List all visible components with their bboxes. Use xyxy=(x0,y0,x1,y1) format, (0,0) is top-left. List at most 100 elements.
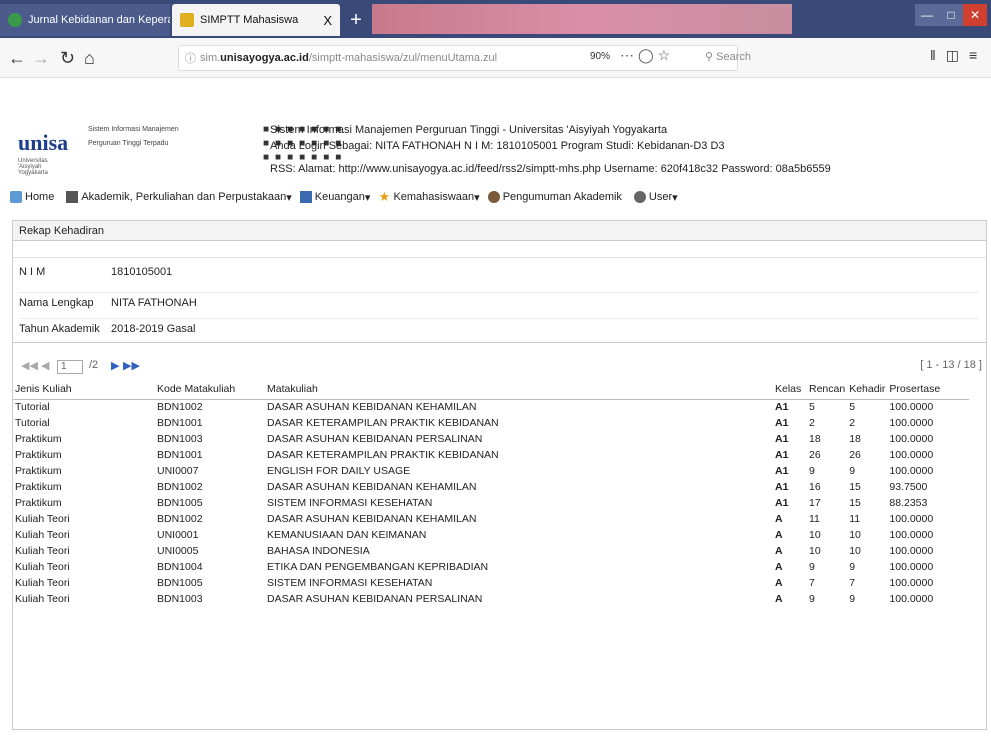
table-row[interactable]: Kuliah Teori BDN1004 ETIKA DAN PENGEMBANGA… xyxy=(13,559,969,575)
close-icon[interactable]: ✕ xyxy=(963,4,987,26)
rss-info: RSS: Alamat: http://www.unisayogya.ac.id… xyxy=(270,163,831,175)
table-header-row: Jenis Kuliah Kode Matakuliah Matakuliah … xyxy=(13,379,970,400)
search-input[interactable]: ⚲ Search xyxy=(705,50,751,63)
page-range: [ 1 - 13 / 18 ] xyxy=(920,359,982,371)
people-icon xyxy=(487,191,500,203)
tab-simptt[interactable]: SIMPTT Mahasiswa X xyxy=(172,4,340,36)
bookmark-star-icon[interactable]: ☆ xyxy=(658,47,675,63)
panel-title: Rekap Kehadiran xyxy=(13,221,986,241)
system-name-box: Sistem Informasi Manajemen Perguruan Tin… xyxy=(88,124,341,163)
minimize-icon[interactable]: — xyxy=(915,4,939,26)
user-icon xyxy=(633,191,646,203)
cell-prosentase: 100.0000 xyxy=(889,401,934,414)
cell-rencana: 7 xyxy=(809,577,815,589)
col-rencana[interactable]: Rencan xyxy=(807,379,848,400)
site-logo[interactable]: unisa xyxy=(18,130,68,156)
maximize-icon[interactable]: □ xyxy=(939,4,963,26)
cell-matakuliah: BAHASA INDONESIA xyxy=(267,545,370,557)
field-value: 1810105001 xyxy=(111,266,173,278)
menu-keuangan[interactable]: Keuangan ▾ xyxy=(299,191,370,204)
table-row[interactable]: Kuliah Teori UNI0005 BAHASA INDONESIA A 10 10… xyxy=(13,543,969,559)
cell-kode: UNI0005 xyxy=(157,545,199,557)
cell-prosentase: 100.0000 xyxy=(889,465,934,477)
col-kode[interactable]: Kode Matakuliah xyxy=(155,379,265,400)
col-jenis-kuliah[interactable]: Jenis Kuliah xyxy=(13,379,155,400)
tab-close-icon[interactable]: X xyxy=(323,13,332,28)
pocket-icon[interactable]: ◯ xyxy=(638,47,658,63)
forward-icon[interactable]: → xyxy=(32,48,50,68)
cell-prosentase: 88.2353 xyxy=(889,497,928,509)
menu-user[interactable]: User ▾ xyxy=(633,191,678,204)
menu-label: User xyxy=(648,191,673,203)
star-icon: ★ xyxy=(378,189,391,204)
next-page-icon[interactable]: ▶ xyxy=(111,359,119,372)
cell-matakuliah: SISTEM INFORMASI KESEHATAN xyxy=(267,497,433,509)
cell-rencana: 2 xyxy=(809,417,815,429)
table-row[interactable]: Praktikum BDN1005 SISTEM INFORMASI KESEHAT… xyxy=(13,495,969,511)
new-tab-button[interactable]: + xyxy=(342,6,370,34)
field-nim: N I M 1810105001 xyxy=(19,266,979,286)
menu-home[interactable]: Home xyxy=(10,191,54,203)
cell-kelas: A xyxy=(775,529,783,541)
book-icon xyxy=(66,191,79,203)
cell-jenis: Kuliah Teori xyxy=(15,545,70,557)
cell-kelas: A xyxy=(775,561,783,573)
table-row[interactable]: Praktikum BDN1003 DASAR ASUHAN KEBIDANAN P… xyxy=(13,431,969,447)
cell-jenis: Kuliah Teori xyxy=(15,529,70,541)
first-page-icon[interactable]: ◀◀ xyxy=(21,359,38,372)
field-tahun: Tahun Akademik 2018-2019 Gasal xyxy=(19,318,979,338)
col-kelas[interactable]: Kelas xyxy=(773,379,807,400)
toolbar-right: ‖◫≡ xyxy=(930,47,987,64)
reload-icon[interactable]: ↻ xyxy=(60,48,75,68)
menu-icon[interactable]: ≡ xyxy=(969,47,987,63)
table-row[interactable]: Kuliah Teori BDN1005 SISTEM INFORMASI KESE… xyxy=(13,575,969,591)
page-input[interactable]: 1 xyxy=(57,360,83,374)
table-row[interactable]: Tutorial BDN1002 DASAR ASUHAN KEBIDANAN KE… xyxy=(13,399,969,415)
cell-kode: UNI0007 xyxy=(157,465,199,477)
cell-prosentase: 100.0000 xyxy=(889,433,934,445)
menu-label: Keuangan xyxy=(314,191,365,203)
menu-pengumuman[interactable]: Pengumuman Akademik xyxy=(487,191,622,203)
menu-akademik[interactable]: Akademik, Perkuliahan dan Perpustakaan ▾ xyxy=(66,191,292,204)
back-icon[interactable]: ← xyxy=(8,48,26,68)
table-row[interactable]: Tutorial BDN1001 DASAR KETERAMPILAN PRAKTI… xyxy=(13,415,969,431)
system-name-line1: Sistem Informasi Manajemen xyxy=(88,126,179,133)
zoom-level[interactable]: 90% xyxy=(590,51,610,62)
cell-kehadiran: 10 xyxy=(849,529,861,541)
cell-kehadiran: 7 xyxy=(849,577,856,589)
table-row[interactable]: Kuliah Teori BDN1002 DASAR ASUHAN KEBIDANA… xyxy=(13,511,969,527)
tab-jurnal[interactable]: Jurnal Kebidanan dan Keperawa X xyxy=(0,4,170,36)
cell-kehadiran: 9 xyxy=(849,465,856,477)
search-icon: ⚲ xyxy=(705,51,717,63)
table-row[interactable]: Praktikum BDN1002 DASAR ASUHAN KEBIDANAN K… xyxy=(13,479,969,495)
cell-kelas: A xyxy=(775,593,783,605)
col-matakuliah[interactable]: Matakuliah xyxy=(265,379,773,400)
cell-prosentase: 93.7500 xyxy=(889,481,928,493)
last-page-icon[interactable]: ▶▶ xyxy=(123,359,140,372)
cell-kehadiran: 5 xyxy=(849,401,856,414)
col-kehadiran[interactable]: Kehadir xyxy=(847,379,888,400)
table-row[interactable]: Kuliah Teori UNI0001 KEMANUSIAAN DAN KEIMA… xyxy=(13,527,969,543)
table-row[interactable]: Kuliah Teori BDN1003 DASAR ASUHAN KEBIDANA… xyxy=(13,591,969,607)
cell-kelas: A1 xyxy=(775,449,789,461)
more-icon[interactable]: ⋯ xyxy=(620,47,638,63)
cell-kehadiran: 9 xyxy=(849,593,856,605)
table-row[interactable]: Praktikum BDN1001 DASAR KETERAMPILAN PRAKT… xyxy=(13,447,969,463)
cell-matakuliah: DASAR KETERAMPILAN PRAKTIK KEBIDANAN xyxy=(267,417,499,429)
home-nav-icon[interactable]: ⌂ xyxy=(84,48,95,68)
col-prosentase[interactable]: Prosertase xyxy=(887,379,970,400)
cell-kelas: A1 xyxy=(775,417,789,429)
library-icon[interactable]: ‖ xyxy=(930,47,946,63)
sidebar-icon[interactable]: ◫ xyxy=(946,47,969,63)
prev-page-icon[interactable]: ◀ xyxy=(41,359,49,372)
cell-rencana: 10 xyxy=(809,529,821,541)
cell-kode: BDN1005 xyxy=(157,497,203,509)
cell-matakuliah: DASAR ASUHAN KEBIDANAN KEHAMILAN xyxy=(267,513,477,525)
cell-rencana: 11 xyxy=(809,513,820,525)
cell-matakuliah: DASAR ASUHAN KEBIDANAN KEHAMILAN xyxy=(267,401,477,414)
menu-kemahasiswaan[interactable]: ★ Kemahasiswaan ▾ xyxy=(378,189,479,204)
cell-matakuliah: KEMANUSIAAN DAN KEIMANAN xyxy=(267,529,427,541)
logo-subtitle: Universitas 'Aisyiyah Yogyakarta xyxy=(18,158,48,176)
cell-matakuliah: DASAR ASUHAN KEBIDANAN PERSALINAN xyxy=(267,593,483,605)
table-row[interactable]: Praktikum UNI0007 ENGLISH FOR DAILY USAGE A… xyxy=(13,463,969,479)
